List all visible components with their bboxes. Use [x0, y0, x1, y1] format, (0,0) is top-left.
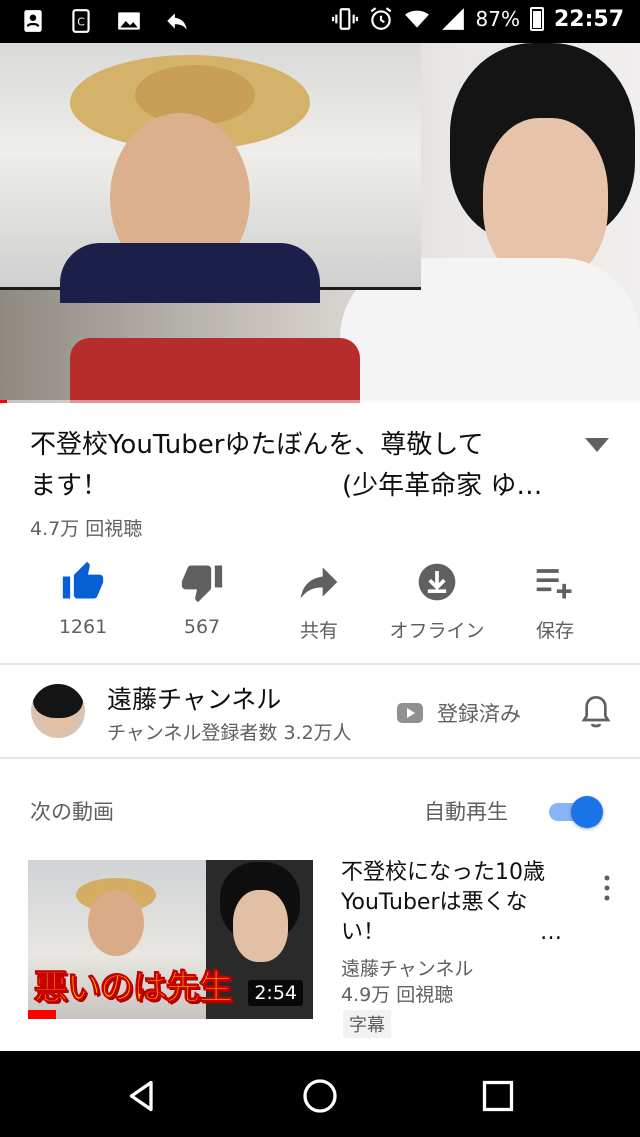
share-button[interactable]: 共有: [255, 560, 383, 643]
video-progress-bar[interactable]: [0, 400, 640, 403]
save-label: 保存: [535, 620, 574, 642]
dislike-count: 567: [183, 616, 221, 638]
status-bar: C 87% 22:57: [0, 0, 640, 43]
thumbnail-caption: 悪いのは先生: [34, 968, 234, 1009]
view-count: 4.7万 回視聴: [30, 518, 143, 540]
like-button[interactable]: 1261: [19, 560, 147, 638]
offline-button[interactable]: オフライン: [373, 560, 501, 643]
share-arrow-icon: [300, 567, 338, 599]
next-video-title-ellipsis: …: [540, 920, 562, 945]
inset-child-shirt: [60, 243, 320, 303]
vibrate-icon: [331, 8, 358, 30]
battery-icon: [529, 7, 544, 31]
home-icon[interactable]: [302, 1078, 338, 1114]
youtube-play-icon: [397, 703, 423, 723]
like-count: 1261: [58, 616, 108, 638]
next-video-channel: 遠藤チャンネル: [341, 958, 474, 980]
video-title-line-2: ます！ (少年革命家 ゆ…: [30, 471, 543, 501]
video-title-block[interactable]: 不登校YouTuberゆたぼんを、尊敬して ます！ (少年革命家 ゆ…: [30, 425, 560, 507]
video-chair: [70, 338, 360, 403]
autoplay-toggle-thumb: [571, 796, 603, 828]
up-next-label: 次の動画: [30, 800, 114, 824]
reply-notification-icon: [167, 13, 187, 30]
subscribed-label: 登録済み: [437, 702, 521, 726]
back-icon[interactable]: [124, 1078, 160, 1114]
video-player[interactable]: [0, 43, 640, 403]
recents-icon[interactable]: [480, 1078, 516, 1114]
video-title-line-1: 不登校YouTuberゆたぼんを、尊敬して: [30, 430, 484, 460]
more-options-icon[interactable]: [599, 873, 615, 903]
captions-badge: 字幕: [343, 1010, 391, 1038]
subscribed-button[interactable]: 登録済み: [397, 698, 521, 728]
offline-label: オフライン: [389, 620, 485, 642]
channel-subscriber-count: チャンネル登録者数 3.2万人: [107, 722, 352, 744]
avatar-hair: [33, 684, 83, 718]
next-video-views: 4.9万 回視聴: [341, 984, 454, 1006]
video-duration-badge: 2:54: [248, 980, 303, 1006]
save-button[interactable]: 保存: [491, 560, 619, 643]
channel-name[interactable]: 遠藤チャンネル: [107, 680, 281, 716]
thumbs-up-icon: [62, 561, 104, 599]
playlist-add-icon: [536, 569, 572, 599]
image-notification-icon: [118, 12, 140, 30]
copy-notification-icon: C: [72, 9, 90, 33]
action-bar: 1261 567 共有 オフライン 保存: [0, 560, 640, 660]
next-video-title[interactable]: 不登校になった10歳YouTuberは悪くない！: [341, 858, 561, 948]
divider: [0, 757, 640, 759]
share-label: 共有: [299, 620, 338, 642]
download-icon: [418, 563, 456, 601]
video-progress-fill: [0, 400, 8, 403]
expand-description-icon[interactable]: [585, 438, 609, 452]
battery-percent: 87%: [475, 7, 520, 31]
clock: 22:57: [553, 6, 624, 32]
notification-bell-icon[interactable]: [580, 694, 612, 730]
video-inset-frame: [0, 43, 421, 303]
divider: [0, 663, 640, 665]
alarm-icon: [370, 7, 391, 30]
svg-text:C: C: [77, 15, 85, 28]
dislike-button[interactable]: 567: [138, 560, 266, 638]
system-navigation-bar: [0, 1051, 640, 1137]
thumbs-down-icon: [181, 565, 223, 603]
autoplay-toggle[interactable]: [549, 796, 605, 828]
channel-avatar[interactable]: [31, 684, 85, 738]
thumbnail-person-face: [233, 890, 288, 962]
signal-icon: [441, 8, 464, 30]
thumbnail-watched-bar: [28, 1010, 56, 1019]
contacts-notification-icon: [24, 10, 42, 32]
thumbnail-child-face: [88, 890, 144, 956]
wifi-icon: [404, 10, 429, 28]
autoplay-label: 自動再生: [424, 800, 508, 824]
next-video-thumbnail[interactable]: 悪いのは先生 2:54: [28, 860, 313, 1019]
